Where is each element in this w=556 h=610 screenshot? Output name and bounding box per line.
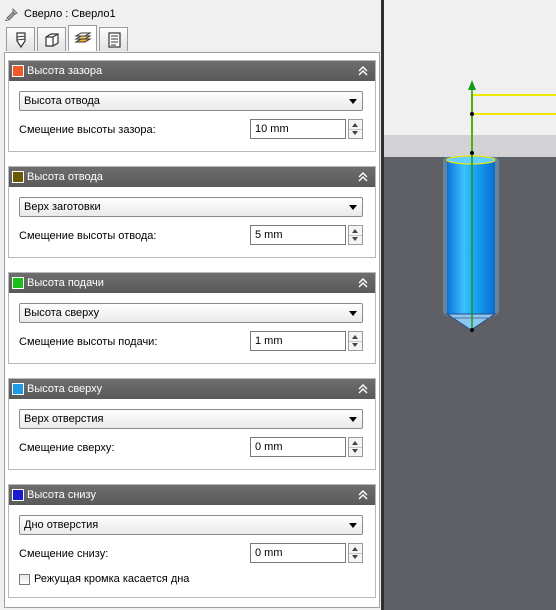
input-value: 10 mm — [255, 123, 289, 135]
retract-from-dropdown[interactable]: Верх заготовки — [19, 197, 363, 217]
input-value: 5 mm — [255, 229, 283, 241]
stock-box-icon — [44, 32, 59, 47]
drill-operation-icon — [5, 8, 18, 21]
tab-notes[interactable] — [99, 27, 128, 51]
collapse-chevron-icon[interactable] — [357, 65, 369, 77]
section-header[interactable]: Высота сверху — [9, 379, 375, 399]
retract-color-swatch — [12, 171, 24, 183]
input-value: 1 mm — [255, 335, 283, 347]
bottom-offset-spinner[interactable] — [348, 543, 363, 563]
section-title: Высота снизу — [27, 489, 96, 501]
section-header[interactable]: Высота зазора — [9, 61, 375, 81]
clearance-from-dropdown[interactable]: Высота отвода — [19, 91, 363, 111]
collapse-chevron-icon[interactable] — [357, 383, 369, 395]
bottom-offset-input[interactable]: 0 mm — [250, 543, 346, 563]
section-title: Высота подачи — [27, 277, 104, 289]
dropdown-value: Верх заготовки — [24, 201, 101, 213]
section-bottom-height: Высота снизу Дно отверстия Смещение сниз… — [8, 484, 376, 598]
viewport-canvas[interactable] — [381, 0, 556, 610]
feed-offset-spinner[interactable] — [348, 331, 363, 351]
tab-tool[interactable] — [6, 27, 35, 51]
input-value: 0 mm — [255, 441, 283, 453]
top-color-swatch — [12, 383, 24, 395]
top-from-dropdown[interactable]: Верх отверстия — [19, 409, 363, 429]
dropdown-arrow-icon — [349, 523, 357, 528]
bottom-from-dropdown[interactable]: Дно отверстия — [19, 515, 363, 535]
cutting-edge-checkbox-label: Режущая кромка касается дна — [34, 573, 190, 585]
section-title: Высота сверху — [27, 383, 103, 395]
clearance-offset-spinner[interactable] — [348, 119, 363, 139]
dropdown-value: Верх отверстия — [24, 413, 104, 425]
stock-top-edge — [381, 135, 556, 157]
cutting-edge-checkbox[interactable] — [19, 573, 30, 585]
section-retract-height: Высота отвода Верх заготовки Смещение вы… — [8, 166, 376, 258]
notes-icon — [107, 31, 121, 48]
collapse-chevron-icon[interactable] — [357, 277, 369, 289]
feed-color-swatch — [12, 277, 24, 289]
dropdown-value: Высота сверху — [24, 307, 100, 319]
retract-offset-label: Смещение высоты отвода: — [19, 230, 157, 242]
panel-titlebar: Сверло : Сверло1 — [4, 4, 116, 24]
dropdown-value: Дно отверстия — [24, 519, 99, 531]
input-value: 0 mm — [255, 547, 283, 559]
section-title: Высота зазора — [27, 65, 103, 77]
section-clearance-height: Высота зазора Высота отвода Смещение выс… — [8, 60, 376, 152]
feed-from-dropdown[interactable]: Высота сверху — [19, 303, 363, 323]
section-top-height: Высота сверху Верх отверстия Смещение св… — [8, 378, 376, 470]
feed-offset-label: Смещение высоты подачи: — [19, 336, 158, 348]
drill-tool-icon — [15, 31, 26, 48]
dropdown-arrow-icon — [349, 417, 357, 422]
retract-offset-input[interactable]: 5 mm — [250, 225, 346, 245]
section-header[interactable]: Высота снизу — [9, 485, 375, 505]
dropdown-value: Высота отвода — [24, 95, 100, 107]
heights-tab-content: Высота зазора Высота отвода Смещение выс… — [4, 52, 380, 608]
dropdown-arrow-icon — [349, 99, 357, 104]
collapse-chevron-icon[interactable] — [357, 489, 369, 501]
top-offset-label: Смещение сверху: — [19, 442, 115, 454]
bottom-offset-label: Смещение снизу: — [19, 548, 109, 560]
tab-stock[interactable] — [37, 27, 66, 51]
section-header[interactable]: Высота подачи — [9, 273, 375, 293]
top-offset-input[interactable]: 0 mm — [250, 437, 346, 457]
drill-tool-3d — [443, 155, 499, 331]
3d-viewport[interactable] — [381, 0, 556, 610]
cutting-edge-checkbox-row[interactable]: Режущая кромка касается дна — [19, 573, 189, 585]
top-offset-spinner[interactable] — [348, 437, 363, 457]
bottom-color-swatch — [12, 489, 24, 501]
dropdown-arrow-icon — [349, 205, 357, 210]
section-title: Высота отвода — [27, 171, 103, 183]
tab-heights[interactable] — [68, 25, 97, 51]
heights-icon — [73, 32, 92, 42]
panel-title: Сверло : Сверло1 — [24, 8, 116, 20]
retract-offset-spinner[interactable] — [348, 225, 363, 245]
tab-bar — [6, 25, 130, 53]
feed-offset-input[interactable]: 1 mm — [250, 331, 346, 351]
operation-panel: Сверло : Сверло1 Высота зазора Высота от… — [0, 0, 381, 610]
section-header[interactable]: Высота отвода — [9, 167, 375, 187]
section-feed-height: Высота подачи Высота сверху Смещение выс… — [8, 272, 376, 364]
clearance-color-swatch — [12, 65, 24, 77]
clearance-offset-input[interactable]: 10 mm — [250, 119, 346, 139]
dropdown-arrow-icon — [349, 311, 357, 316]
collapse-chevron-icon[interactable] — [357, 171, 369, 183]
clearance-offset-label: Смещение высоты зазора: — [19, 124, 156, 136]
